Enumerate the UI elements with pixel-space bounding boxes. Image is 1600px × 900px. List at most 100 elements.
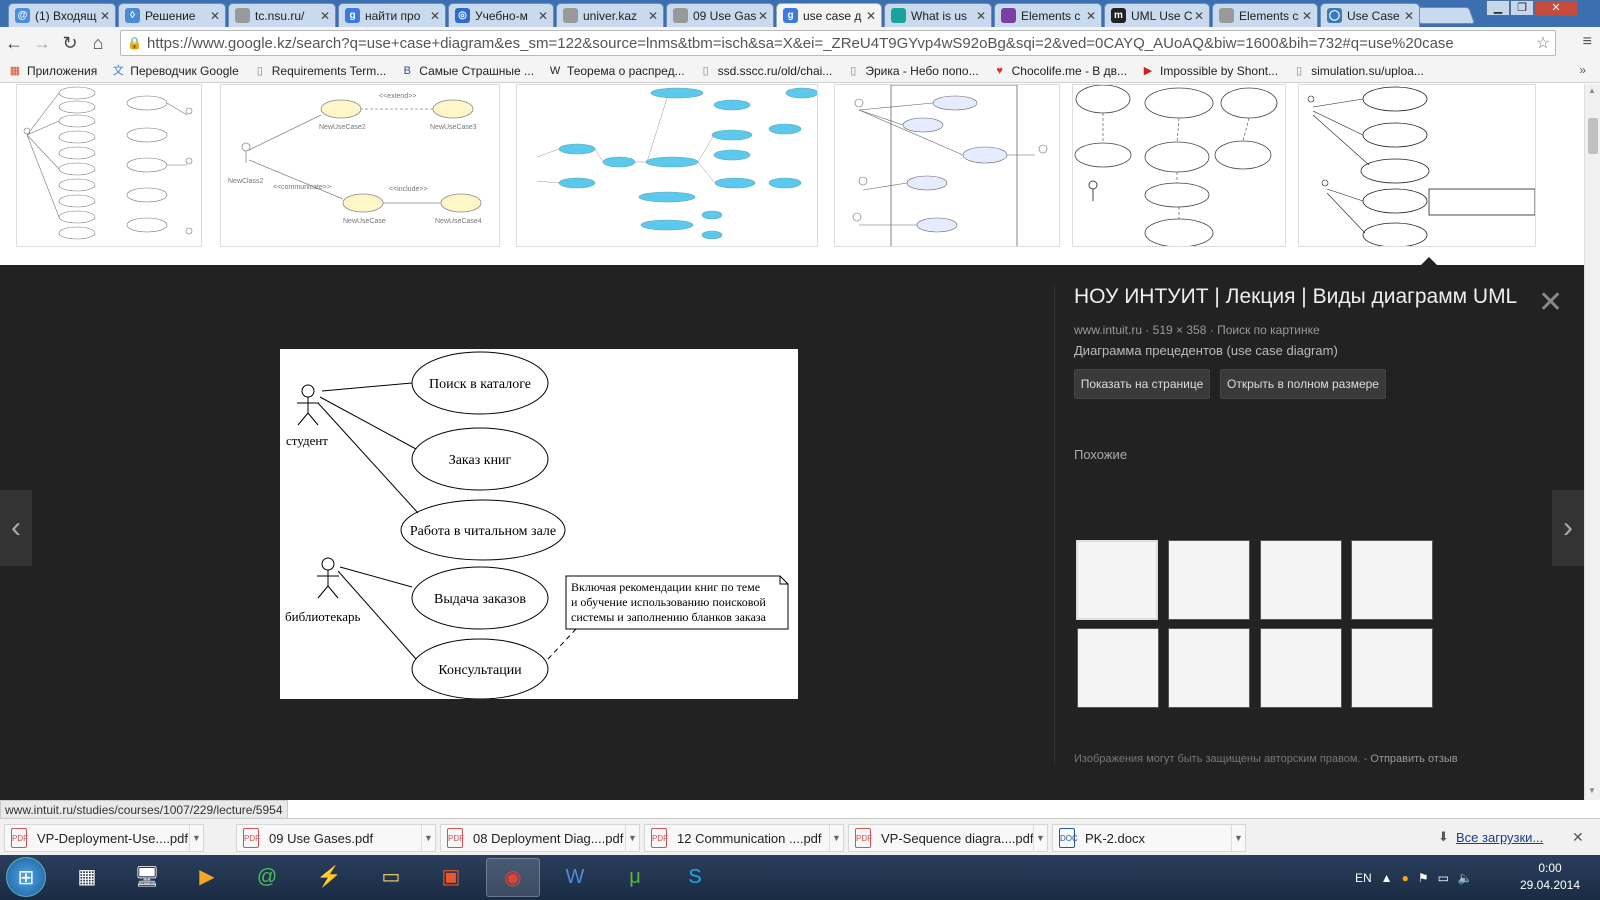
clock[interactable]: 0:00 29.04.2014 <box>1510 860 1590 894</box>
reload-button[interactable]: ↻ <box>56 30 84 56</box>
similar-thumbnail[interactable] <box>1260 540 1342 620</box>
browser-tab[interactable]: ◯ Use Case D✕ <box>1320 3 1420 27</box>
close-tab-icon[interactable]: ✕ <box>757 9 769 23</box>
address-bar[interactable]: 🔒 https://www.google.kz/search?q=use+cas… <box>120 30 1556 56</box>
tray-expand-icon[interactable]: ▲ <box>1381 871 1393 885</box>
bookmark-item[interactable]: ▯ Эрика - Небо попо... <box>846 64 978 78</box>
bookmark-star-icon[interactable]: ☆ <box>1531 33 1555 53</box>
show-on-page-button[interactable]: Показать на странице <box>1074 369 1210 399</box>
start-button[interactable]: ⊞ <box>6 857 46 897</box>
browser-tab[interactable]: Elements c ✕ <box>1212 3 1318 27</box>
taskbar-calculator-icon[interactable]: ▦ <box>60 858 114 897</box>
taskbar-computer-icon[interactable]: 🖥 <box>120 858 174 897</box>
download-item[interactable]: DOC PK-2.docx ▼ <box>1052 824 1246 852</box>
similar-thumbnail[interactable] <box>1077 628 1159 708</box>
taskbar-chrome-icon[interactable]: ◉ <box>486 858 540 897</box>
new-tab-button[interactable] <box>1412 7 1476 24</box>
taskbar-skype-icon[interactable]: S <box>668 858 722 897</box>
close-tab-icon[interactable]: ✕ <box>647 9 659 23</box>
browser-tab[interactable]: ◊ Решение ✕ <box>118 3 226 27</box>
result-thumbnail[interactable] <box>516 84 818 247</box>
browser-tab[interactable]: univer.kaz ✕ <box>556 3 664 27</box>
browser-tab[interactable]: What is us ✕ <box>884 3 992 27</box>
similar-thumbnail[interactable] <box>1351 540 1433 620</box>
browser-tab[interactable]: Elements c ✕ <box>994 3 1102 27</box>
browser-tab[interactable]: g найти про ✕ <box>338 3 446 27</box>
bookmark-item[interactable]: W Теорема о распред... <box>548 64 685 78</box>
result-thumbnail[interactable] <box>1298 84 1536 247</box>
similar-thumbnail[interactable] <box>1260 628 1342 708</box>
bookmarks-more-icon[interactable]: » <box>1579 63 1586 77</box>
close-tab-icon[interactable]: ✕ <box>1403 9 1415 23</box>
download-menu-icon[interactable]: ▼ <box>1231 825 1245 851</box>
taskbar-slides-icon[interactable]: ▣ <box>424 858 478 897</box>
browser-tab[interactable]: ◎ Учебно-м ✕ <box>448 3 554 27</box>
download-menu-icon[interactable]: ▼ <box>829 825 843 851</box>
download-menu-icon[interactable]: ▼ <box>1033 825 1047 851</box>
minimize-button[interactable]: ▁ <box>1486 0 1510 16</box>
close-tab-icon[interactable]: ✕ <box>99 9 111 23</box>
taskbar-word-icon[interactable]: W <box>548 858 602 897</box>
close-window-button[interactable]: ✕ <box>1534 0 1578 16</box>
close-tab-icon[interactable]: ✕ <box>1193 9 1205 23</box>
close-tab-icon[interactable]: ✕ <box>865 9 877 23</box>
volume-icon[interactable]: 🔈 <box>1458 871 1473 885</box>
maximize-button[interactable]: ❐ <box>1510 0 1534 16</box>
close-tab-icon[interactable]: ✕ <box>1085 9 1097 23</box>
similar-thumbnail[interactable] <box>1076 540 1158 620</box>
close-tab-icon[interactable]: ✕ <box>1301 9 1313 23</box>
close-tab-icon[interactable]: ✕ <box>209 9 221 23</box>
scroll-down-icon[interactable]: ▼ <box>1588 786 1596 795</box>
bookmark-item[interactable]: ▯ ssd.sscc.ru/old/chai... <box>699 64 833 78</box>
download-item[interactable]: PDF VP-Sequence diagra....pdf ▼ <box>848 824 1048 852</box>
flag-icon[interactable]: ⚑ <box>1418 871 1429 885</box>
close-shelf-icon[interactable]: ✕ <box>1572 829 1584 846</box>
network-icon[interactable]: ▭ <box>1438 871 1449 885</box>
browser-tab[interactable]: g use case д ✕ <box>776 3 882 27</box>
taskbar-media-icon[interactable]: ▶ <box>180 858 234 897</box>
browser-tab[interactable]: m UML Use C ✕ <box>1104 3 1210 27</box>
bookmark-item[interactable]: ♥ Chocolife.me - В дв... <box>993 64 1127 78</box>
scroll-thumb[interactable] <box>1588 118 1598 154</box>
download-item[interactable]: PDF VP-Deployment-Use....pdf ▼ <box>4 824 204 852</box>
open-full-size-button[interactable]: Открыть в полном размере <box>1220 369 1386 399</box>
close-tab-icon[interactable]: ✕ <box>975 9 987 23</box>
all-downloads-link[interactable]: Все загрузки... <box>1456 830 1543 845</box>
similar-thumbnail[interactable] <box>1351 628 1433 708</box>
result-thumbnail[interactable] <box>834 84 1060 247</box>
download-menu-icon[interactable]: ▼ <box>421 825 435 851</box>
taskbar-mail-icon[interactable]: @ <box>240 858 294 897</box>
result-thumbnail[interactable] <box>1072 84 1286 247</box>
scroll-up-icon[interactable]: ▲ <box>1588 86 1596 95</box>
preview-image[interactable]: студент библиотекарь Поиск в каталоге За… <box>280 349 798 700</box>
bookmark-item[interactable]: ▶ Impossible by Shont... <box>1141 64 1278 78</box>
similar-thumbnail[interactable] <box>1168 540 1250 620</box>
bookmark-item[interactable]: ▯ simulation.su/uploa... <box>1292 64 1424 78</box>
result-thumbnail[interactable]: NewUseCase2 NewUseCase3 NewUseCase NewUseC… <box>220 84 500 247</box>
close-tab-icon[interactable]: ✕ <box>319 9 331 23</box>
page-scrollbar[interactable]: ▲ ▼ <box>1584 84 1600 800</box>
close-tab-icon[interactable]: ✕ <box>537 9 549 23</box>
close-tab-icon[interactable]: ✕ <box>429 9 441 23</box>
download-item[interactable]: PDF 08 Deployment Diag....pdf ▼ <box>440 824 640 852</box>
image-title[interactable]: НОУ ИНТУИТ | Лекция | Виды диаграмм UML <box>1074 285 1549 309</box>
next-image-button[interactable]: › <box>1552 490 1584 566</box>
bookmark-item[interactable]: B Самые Страшные ... <box>400 64 534 78</box>
back-button[interactable]: ← <box>0 30 28 56</box>
home-button[interactable]: ⌂ <box>84 30 112 56</box>
bookmark-item[interactable]: ▦ Приложения <box>8 64 97 78</box>
browser-tab[interactable]: @ (1) Входящ ✕ <box>8 3 116 27</box>
url-text[interactable]: https://www.google.kz/search?q=use+case+… <box>147 35 1531 52</box>
prev-image-button[interactable]: ‹ <box>0 490 32 566</box>
chrome-menu-icon[interactable]: ≡ <box>1583 33 1592 51</box>
download-item[interactable]: PDF 09 Use Gases.pdf ▼ <box>236 824 436 852</box>
result-thumbnail[interactable] <box>16 84 202 247</box>
taskbar-lightning-icon[interactable]: ⚡ <box>302 858 356 897</box>
browser-tab[interactable]: tc.nsu.ru/ ✕ <box>228 3 336 27</box>
taskbar-folder-icon[interactable]: ▭ <box>364 858 418 897</box>
download-menu-icon[interactable]: ▼ <box>189 825 203 851</box>
download-item[interactable]: PDF 12 Communication ....pdf ▼ <box>644 824 844 852</box>
tray-app-icon[interactable]: ● <box>1402 871 1409 885</box>
similar-thumbnail[interactable] <box>1168 628 1250 708</box>
feedback-link[interactable]: Отправить отзыв <box>1370 753 1457 765</box>
